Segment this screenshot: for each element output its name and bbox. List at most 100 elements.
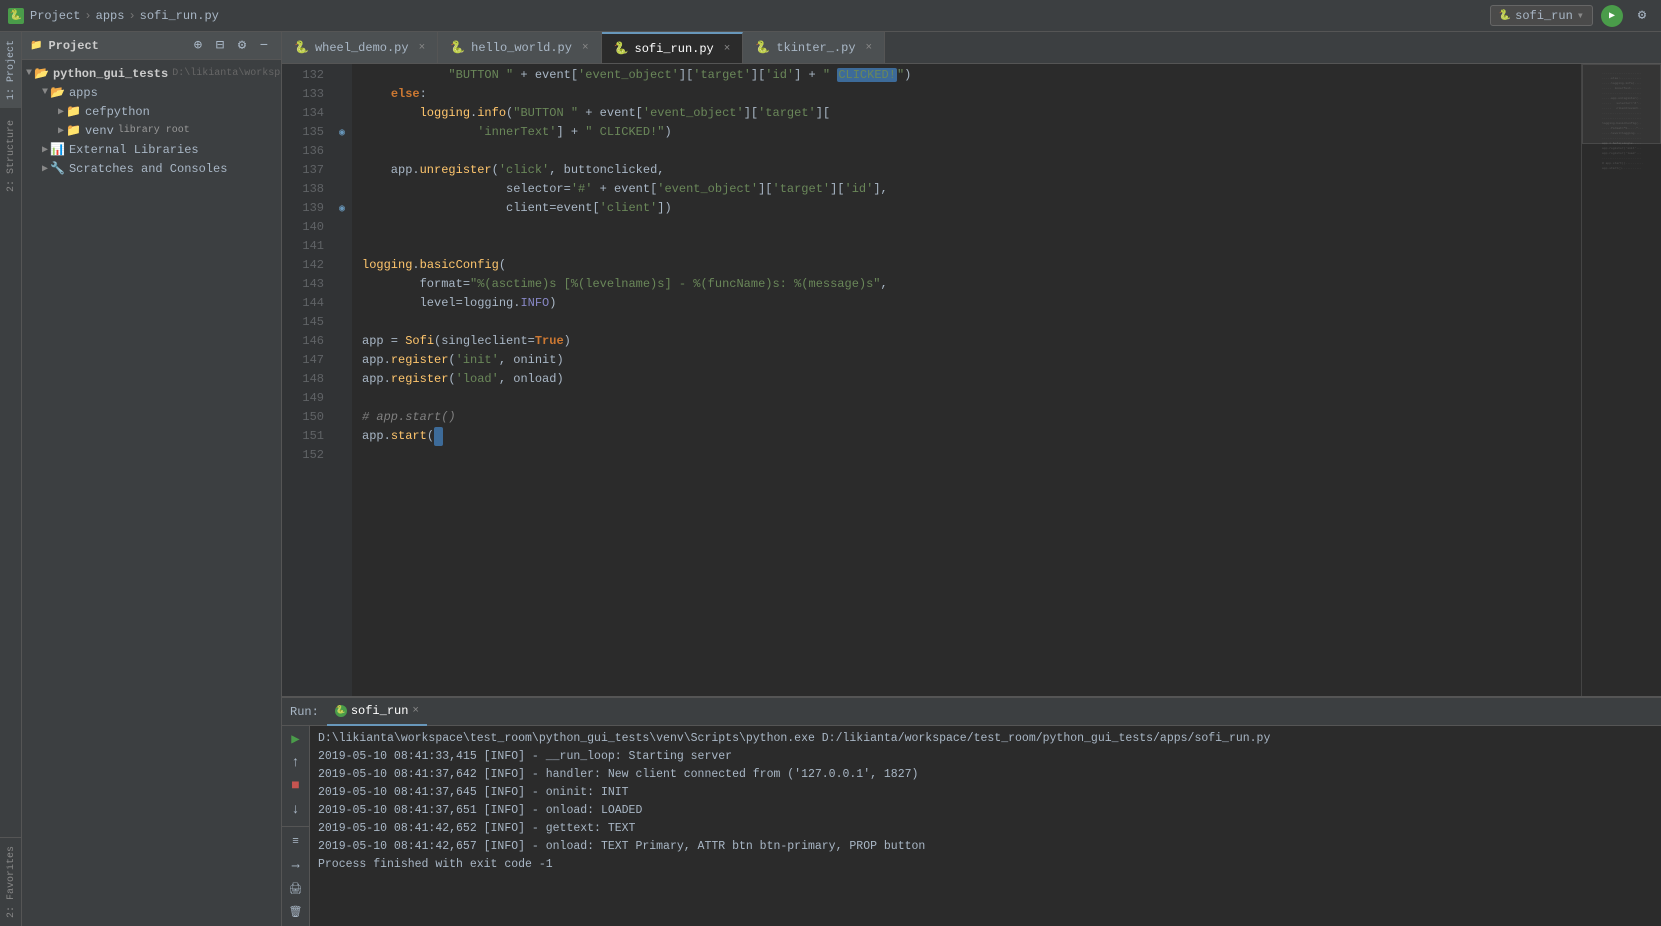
code-line-148: app.register('load', onload) [352, 370, 1581, 389]
code-line-139: client=event['client']) [352, 199, 1581, 218]
editor-area: 🐍 wheel_demo.py × 🐍 hello_world.py × 🐍 s… [282, 32, 1661, 926]
left-strip: 1: Project 2: Structure 2: Favorites [0, 32, 22, 926]
sidebar-tab-structure[interactable]: 2: Structure [0, 112, 21, 200]
tree-item-cefpython[interactable]: ▶ 📁 cefpython [22, 102, 281, 121]
scratches-arrow: ▶ [42, 163, 48, 175]
code-line-138: selector='#' + event['event_object']['ta… [352, 180, 1581, 199]
external-arrow: ▶ [42, 144, 48, 156]
tab-close-wheel[interactable]: × [419, 42, 426, 54]
apps-arrow: ▼ [42, 87, 48, 98]
run-icon: 🐍 [1499, 10, 1511, 22]
project-header-title: Project [48, 39, 98, 53]
venv-arrow: ▶ [58, 125, 64, 137]
run-play-button[interactable]: ▶ [286, 730, 306, 749]
breadcrumb-sep-1: › [84, 9, 91, 23]
project-header: 📁 Project ⊕ ⊟ ⚙ − [22, 32, 281, 60]
settings-gear-button[interactable]: ⚙ [233, 37, 251, 55]
project-panel: 📁 Project ⊕ ⊟ ⚙ − ▼ 📂 python_gui_tests D… [22, 32, 282, 926]
chevron-down-icon: ▾ [1577, 8, 1584, 23]
cefpython-arrow: ▶ [58, 106, 64, 118]
external-name: External Libraries [69, 143, 199, 157]
breadcrumb: Project › apps › sofi_run.py [30, 9, 219, 23]
cefpython-folder-icon: 📁 [66, 104, 81, 119]
code-line-150: # app.start() [352, 408, 1581, 427]
tree-root-path: D:\likianta\workspace\test_room\pytho… [172, 68, 281, 79]
wrap-lines-button[interactable]: ≡ [286, 832, 306, 851]
print-button[interactable]: 🖨 [286, 879, 306, 898]
run-config-selector[interactable]: 🐍 sofi_run ▾ [1490, 5, 1593, 26]
scroll-up-button[interactable]: ↑ [286, 753, 306, 772]
run-tabs: Run: 🐍 sofi_run × [282, 698, 1661, 726]
bottom-panel: Run: 🐍 sofi_run × ▶ ↑ ■ ↓ ≡ ⟶ 🖨 🗑 [282, 696, 1661, 926]
run-button[interactable]: ▶ [1601, 5, 1623, 27]
minimap-viewport[interactable] [1582, 64, 1661, 144]
code-line-142: logging.basicConfig( [352, 256, 1581, 275]
run-tab-icon: 🐍 [335, 705, 347, 717]
folder-icon: 📁 [30, 40, 42, 52]
scroll-down-button[interactable]: ↓ [286, 800, 306, 819]
console-line-process: Process finished with exit code -1 [318, 856, 1653, 874]
new-file-button[interactable]: ⊕ [189, 37, 207, 55]
code-line-146: app = Sofi(singleclient=True) [352, 332, 1581, 351]
tree-item-venv[interactable]: ▶ 📁 venv library root [22, 121, 281, 140]
stop-button[interactable]: ■ [286, 777, 306, 796]
console-line-5: 2019-05-10 08:41:42,657 [INFO] - onload:… [318, 838, 1653, 856]
tree-item-scratches[interactable]: ▶ 🔧 Scratches and Consoles [22, 159, 281, 178]
tab-hello-world[interactable]: 🐍 hello_world.py × [438, 32, 601, 64]
breadcrumb-sep-2: › [128, 9, 135, 23]
tab-label-wheel: wheel_demo.py [315, 41, 409, 55]
venv-name: venv [85, 124, 114, 138]
sidebar-tab-favorites[interactable]: 2: Favorites [0, 838, 21, 926]
tree-item-root[interactable]: ▼ 📂 python_gui_tests D:\likianta\workspa… [22, 64, 281, 83]
console-line-2: 2019-05-10 08:41:37,645 [INFO] - oninit:… [318, 784, 1653, 802]
tab-icon-wheel: 🐍 [294, 40, 309, 55]
code-line-145 [352, 313, 1581, 332]
tab-tkinter[interactable]: 🐍 tkinter_.py × [743, 32, 885, 64]
tab-icon-sofi: 🐍 [614, 41, 629, 56]
tab-close-hello[interactable]: × [582, 42, 589, 54]
code-content[interactable]: "BUTTON " + event['event_object']['targe… [352, 64, 1581, 696]
settings-button[interactable]: ⚙ [1631, 5, 1653, 27]
collapse-all-button[interactable]: ⊟ [211, 37, 229, 55]
project-tree: ▼ 📂 python_gui_tests D:\likianta\workspa… [22, 60, 281, 926]
tree-item-apps[interactable]: ▼ 📂 apps [22, 83, 281, 102]
run-tab-sofi[interactable]: 🐍 sofi_run × [327, 698, 427, 726]
tab-label-hello: hello_world.py [471, 41, 572, 55]
code-editor: 132 133 134 135 136 137 138 139 140 141 … [282, 64, 1661, 696]
tab-wheel-demo[interactable]: 🐍 wheel_demo.py × [282, 32, 438, 64]
toolbar-sep [282, 826, 309, 827]
tab-label-tkinter: tkinter_.py [776, 41, 855, 55]
code-line-151: app.start() [352, 427, 1581, 446]
run-tab-close[interactable]: × [412, 705, 419, 717]
tabs-bar: 🐍 wheel_demo.py × 🐍 hello_world.py × 🐍 s… [282, 32, 1661, 64]
breadcrumb-project[interactable]: Project [30, 9, 80, 23]
code-line-144: level=logging.INFO) [352, 294, 1581, 313]
app-icon: 🐍 [8, 8, 24, 24]
cefpython-name: cefpython [85, 105, 150, 119]
console-line-1: 2019-05-10 08:41:37,642 [INFO] - handler… [318, 766, 1653, 784]
run-config-name: sofi_run [1515, 9, 1573, 23]
apps-folder-icon: 📂 [50, 85, 65, 100]
console-line-3: 2019-05-10 08:41:37,651 [INFO] - onload:… [318, 802, 1653, 820]
tab-label-sofi: sofi_run.py [635, 42, 714, 56]
sidebar-tab-project[interactable]: 1: Project [0, 32, 21, 108]
minimap[interactable]: ...................... .....else:.......… [1581, 64, 1661, 696]
code-line-141 [352, 237, 1581, 256]
console-output[interactable]: D:\likianta\workspace\test_room\python_g… [310, 726, 1661, 926]
scratch-icon: 🔧 [50, 161, 65, 176]
code-line-137: app.unregister('click', buttonclicked, [352, 161, 1581, 180]
code-line-133: else: [352, 85, 1581, 104]
breadcrumb-apps[interactable]: apps [96, 9, 125, 23]
scratches-name: Scratches and Consoles [69, 162, 227, 176]
breadcrumb-file: sofi_run.py [140, 9, 219, 23]
ext-icon: 📊 [50, 142, 65, 157]
tree-item-external[interactable]: ▶ 📊 External Libraries [22, 140, 281, 159]
soft-wrap-button[interactable]: ⟶ [286, 856, 306, 875]
tab-sofi-run[interactable]: 🐍 sofi_run.py × [602, 32, 744, 64]
venv-folder-icon: 📁 [66, 123, 81, 138]
run-tab-name: sofi_run [351, 704, 409, 718]
tab-close-sofi[interactable]: × [724, 43, 731, 55]
clear-button[interactable]: 🗑 [286, 903, 306, 922]
close-panel-button[interactable]: − [255, 37, 273, 55]
tab-close-tkinter[interactable]: × [866, 42, 873, 54]
